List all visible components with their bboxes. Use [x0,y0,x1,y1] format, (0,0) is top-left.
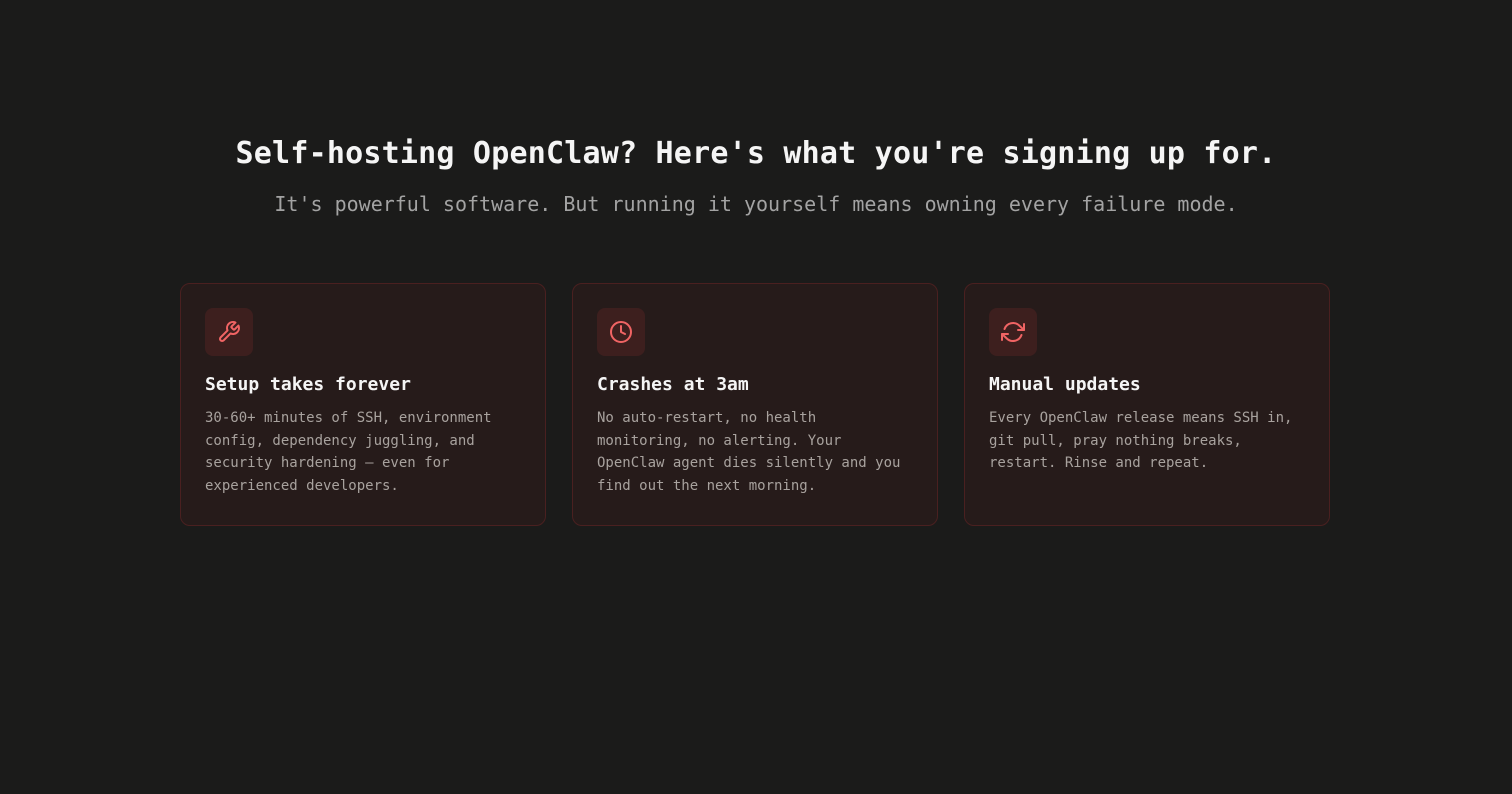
card-title: Crashes at 3am [597,374,749,395]
card-body: 30-60+ minutes of SSH, environment confi… [205,410,492,495]
card-crashes: Crashes at 3am No auto-restart, no healt… [572,283,938,526]
card-body: Every OpenClaw release means SSH in, git… [989,410,1293,472]
card-setup: Setup takes forever 30-60+ minutes of SS… [180,283,546,526]
card-title: Setup takes forever [205,374,411,395]
card-updates: Manual updates Every OpenClaw release me… [964,283,1330,526]
card-body: No auto-restart, no health monitoring, n… [597,410,901,495]
card-title: Manual updates [989,374,1141,395]
page-title: Self-hosting OpenClaw? Here's what you'r… [235,136,1277,171]
wrench-icon [205,308,253,356]
page-subtitle: It's powerful software. But running it y… [274,192,1238,216]
refresh-icon [989,308,1037,356]
clock-icon [597,308,645,356]
